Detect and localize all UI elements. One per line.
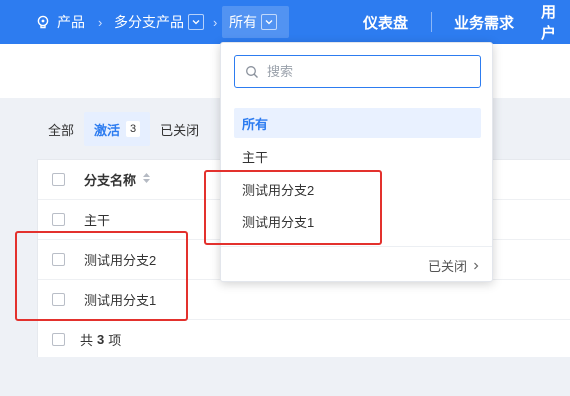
branch-name[interactable]: 主干 <box>84 210 110 229</box>
footer-checkbox[interactable] <box>52 332 65 346</box>
closed-branches-label: 已关闭 <box>427 259 467 274</box>
count-badge: 3 <box>126 121 141 137</box>
chevron-right-icon <box>474 262 479 269</box>
top-navbar: 产品 › 多分支产品 › 所有 仪表盘 业务需求 用户 <box>0 0 570 44</box>
nav-dashboard-label: 仪表盘 <box>363 14 409 32</box>
breadcrumb-program[interactable]: 多分支产品 <box>114 0 204 44</box>
lightbulb-icon <box>36 15 50 30</box>
sort-icon[interactable] <box>142 172 151 187</box>
tab-active[interactable]: 激活 3 <box>84 112 151 146</box>
breadcrumb-separator: › <box>213 0 217 44</box>
footer-suffix: 项 <box>108 332 122 348</box>
breadcrumb-product-label: 产品 <box>57 14 85 30</box>
search-icon <box>245 65 259 79</box>
menu-item-label: 主干 <box>242 149 269 165</box>
chevron-down-icon[interactable] <box>188 14 204 30</box>
closed-branches-link[interactable]: 已关闭 <box>428 256 480 275</box>
breadcrumb-branch[interactable]: 所有 <box>229 0 277 44</box>
nav-business-requirements-label: 业务需求 <box>454 14 515 32</box>
menu-item-label: 所有 <box>242 116 269 132</box>
search-box <box>234 55 481 88</box>
table-footer: 共 3 项 <box>38 319 570 359</box>
select-all-checkbox[interactable] <box>52 173 65 186</box>
breadcrumb-program-label: 多分支产品 <box>114 14 184 30</box>
tab-closed[interactable]: 已关闭 <box>150 112 209 146</box>
chevron-right-icon: › <box>98 14 103 30</box>
nav-dashboard[interactable]: 仪表盘 <box>363 0 408 44</box>
breadcrumb-separator: › <box>98 0 102 44</box>
search-input[interactable] <box>267 64 467 79</box>
tab-all[interactable]: 全部 <box>38 112 84 146</box>
chevron-right-icon: › <box>213 14 218 30</box>
chevron-down-icon[interactable] <box>261 14 277 30</box>
nav-business-requirements[interactable]: 业务需求 <box>454 0 514 44</box>
menu-item-trunk[interactable]: 主干 <box>234 141 481 171</box>
divider <box>221 246 492 247</box>
status-filter-tabs: 全部 激活 3 已关闭 <box>38 112 209 146</box>
tab-all-label: 全部 <box>48 122 75 138</box>
tab-active-label: 激活 <box>94 122 121 138</box>
row-checkbox[interactable] <box>52 213 65 226</box>
column-header-branch-name[interactable]: 分支名称 <box>84 170 136 189</box>
breadcrumb-product[interactable]: 产品 <box>36 0 85 44</box>
menu-item-all[interactable]: 所有 <box>234 108 481 138</box>
tab-closed-label: 已关闭 <box>160 122 200 138</box>
branch-dropdown-menu: 所有 主干 测试用分支2 测试用分支1 已关闭 <box>220 42 493 282</box>
annotation-highlight-box <box>204 170 382 245</box>
nav-user-label: 用户 <box>541 4 557 42</box>
footer-prefix: 共 <box>80 332 94 348</box>
annotation-highlight-box <box>15 231 188 321</box>
breadcrumb-branch-label: 所有 <box>229 14 257 30</box>
nav-divider <box>431 12 432 32</box>
nav-user[interactable]: 用户 <box>541 0 570 44</box>
footer-count: 3 <box>97 331 105 347</box>
